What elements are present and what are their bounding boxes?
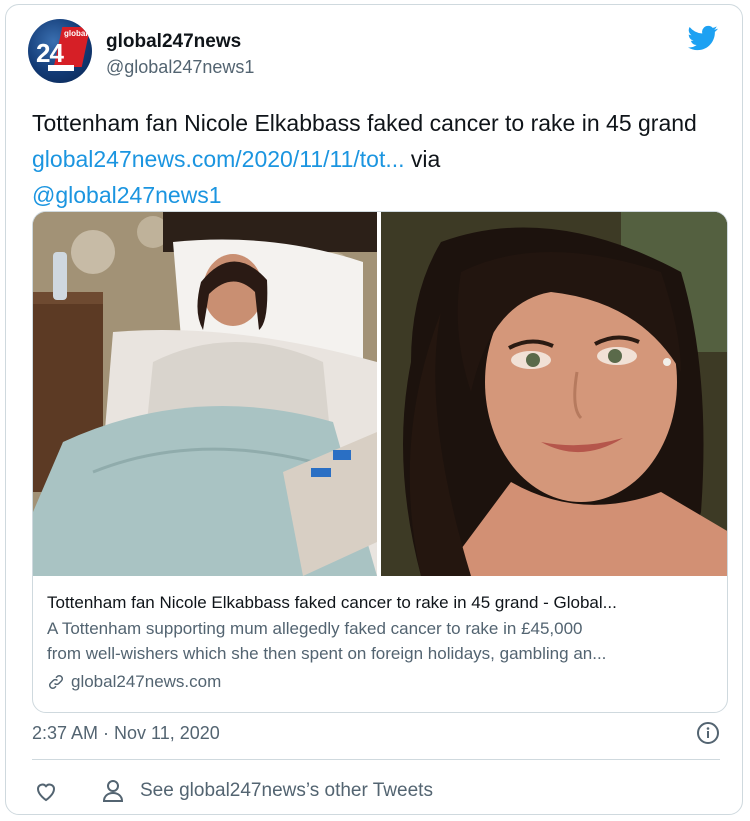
link-card-domain: global247news.com: [71, 672, 222, 691]
person-icon[interactable]: [102, 779, 124, 803]
link-card-text: Tottenham fan Nicole Elkabbass faked can…: [47, 590, 717, 696]
tweet-link[interactable]: global247news.com/2020/11/11/tot...: [32, 146, 405, 172]
twitter-bird-icon[interactable]: [686, 23, 720, 53]
link-icon: [48, 674, 64, 690]
author-display-name[interactable]: global247news: [106, 31, 241, 53]
author-handle[interactable]: @global247news1: [106, 57, 254, 78]
info-icon[interactable]: [696, 721, 720, 745]
tweet-mention[interactable]: @global247news1: [32, 182, 222, 208]
portrait-photo-illustration: [381, 212, 727, 576]
link-card-domain-row: global247news.com: [47, 668, 717, 696]
avatar-logo-text: global: [64, 29, 88, 38]
avatar-logo-bar: [48, 65, 74, 71]
tweet-card: 24 global global247news @global247news1 …: [5, 4, 743, 815]
link-card-description-line1: A Tottenham supporting mum allegedly fak…: [47, 619, 583, 638]
preview-image-portrait[interactable]: [381, 212, 727, 576]
see-other-tweets-link[interactable]: See global247news’s other Tweets: [140, 780, 433, 802]
link-preview-card[interactable]: Tottenham fan Nicole Elkabbass faked can…: [32, 211, 728, 713]
avatar[interactable]: 24 global: [28, 19, 92, 83]
heart-icon[interactable]: [34, 779, 58, 803]
footer-divider: [32, 759, 720, 760]
link-card-title: Tottenham fan Nicole Elkabbass faked can…: [47, 593, 617, 612]
tweet-text-body: Tottenham fan Nicole Elkabbass faked can…: [32, 110, 697, 136]
link-card-description-line2: from well-wishers which she then spent o…: [47, 644, 607, 663]
tweet-via: via: [410, 146, 441, 172]
preview-image-hospital[interactable]: [33, 212, 377, 576]
hospital-photo-illustration: [33, 212, 377, 576]
tweet-text: Tottenham fan Nicole Elkabbass faked can…: [32, 105, 722, 213]
tweet-timestamp[interactable]: 2:37 AM · Nov 11, 2020: [32, 723, 220, 744]
